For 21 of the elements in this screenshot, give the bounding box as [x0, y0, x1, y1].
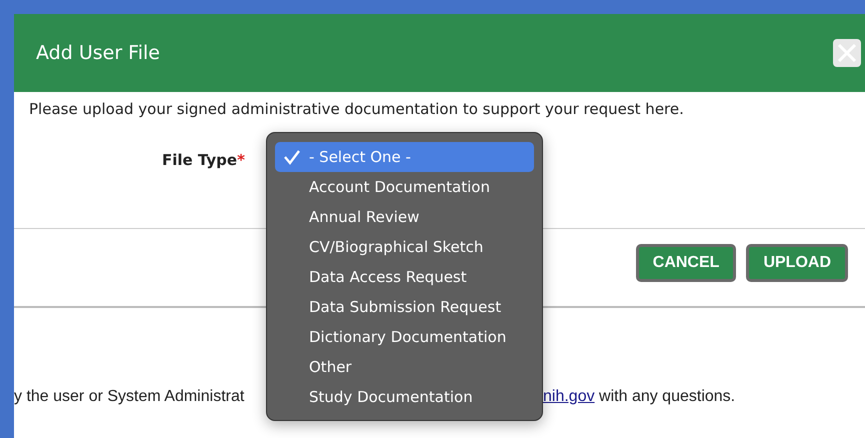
page-text: nih.gov with any questions.: [543, 388, 736, 406]
email-link[interactable]: nih.gov: [543, 388, 595, 405]
dropdown-option[interactable]: Data Submission Request: [275, 292, 534, 322]
dropdown-option[interactable]: Other: [275, 352, 534, 382]
checkmark-icon: [283, 149, 301, 165]
dropdown-option[interactable]: Annual Review: [275, 202, 534, 232]
dropdown-option[interactable]: Account Documentation: [275, 172, 534, 202]
required-mark: *: [237, 151, 245, 169]
dropdown-option[interactable]: Data Access Request: [275, 262, 534, 292]
dropdown-option[interactable]: Study Documentation: [275, 382, 534, 412]
dropdown-option[interactable]: CV/Biographical Sketch: [275, 232, 534, 262]
dropdown-option[interactable]: Dictionary Documentation: [275, 322, 534, 352]
close-button[interactable]: [833, 39, 861, 67]
page-text: y the user or System Administrat: [14, 388, 244, 406]
instructions-text: Please upload your signed administrative documentation to support your request here.: [29, 100, 685, 118]
field-label: File Type: [162, 151, 238, 169]
dialog-title: Add User File: [36, 42, 160, 64]
close-icon: [836, 42, 858, 64]
upload-button[interactable]: UPLOAD: [746, 244, 848, 282]
cancel-button[interactable]: CANCEL: [636, 244, 736, 282]
dropdown-option[interactable]: - Select One -: [275, 142, 534, 172]
